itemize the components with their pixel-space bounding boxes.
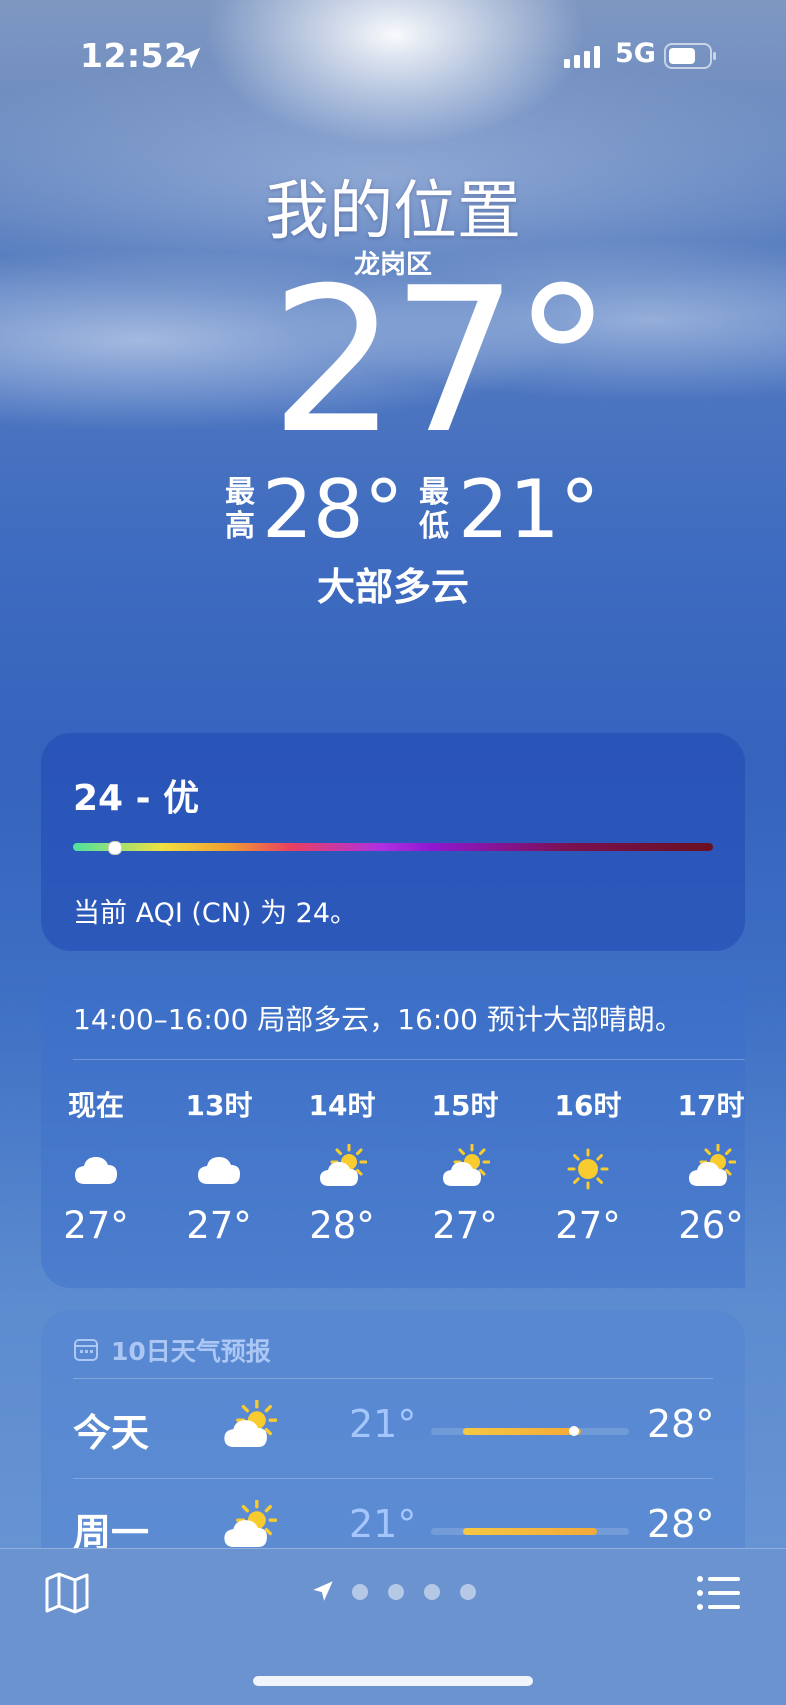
hour-label: 17时 (677, 1089, 745, 1122)
map-icon[interactable] (44, 1572, 90, 1614)
hourly-summary: 14:00–16:00 局部多云，16:00 预计大部晴朗。 (73, 1003, 683, 1036)
location-arrow-icon (179, 47, 201, 69)
battery-icon (664, 43, 716, 69)
day-high: 28° (647, 1402, 715, 1446)
hour-label: 14时 (308, 1089, 376, 1122)
aqi-value: 24 - 优 (73, 778, 200, 819)
list-icon[interactable] (696, 1574, 742, 1612)
page-dot[interactable] (424, 1584, 440, 1600)
temp-range-track (431, 1528, 629, 1535)
day-name: 今天 (73, 1411, 150, 1455)
aqi-scale-bar (73, 843, 713, 851)
hour-label: 15时 (431, 1089, 499, 1122)
day-low: 21° (349, 1502, 417, 1546)
aqi-card[interactable]: 24 - 优 当前 AQI (CN) 为 24。 (41, 733, 745, 951)
hour-temperature: 27° (63, 1204, 129, 1247)
cloud-icon (198, 1157, 240, 1184)
hour-icon-wrap (656, 1143, 745, 1194)
location-arrow-icon[interactable] (310, 1578, 336, 1604)
home-indicator[interactable] (253, 1676, 533, 1686)
aqi-description: 当前 AQI (CN) 为 24。 (73, 898, 358, 929)
day-low: 21° (349, 1402, 417, 1446)
signal-icon (564, 46, 600, 68)
page-dot[interactable] (460, 1584, 476, 1600)
low-temperature: 21° (458, 463, 600, 556)
hour-temperature: 27° (186, 1204, 252, 1247)
hour-icon-wrap (533, 1144, 643, 1194)
day-icon-wrap (221, 1399, 278, 1460)
calendar-icon (74, 1339, 98, 1361)
divider (73, 1378, 713, 1379)
hour-temperature: 28° (309, 1204, 375, 1247)
hour-icon-wrap (164, 1144, 274, 1194)
hour-temperature: 26° (678, 1204, 744, 1247)
hourly-forecast-card[interactable]: 14:00–16:00 局部多云，16:00 预计大部晴朗。 现在 27° 13时… (41, 976, 745, 1288)
current-temp-marker (568, 1426, 579, 1436)
temp-range-fill (462, 1528, 598, 1535)
hour-label: 13时 (185, 1089, 253, 1122)
divider (73, 1059, 745, 1060)
day-high: 28° (647, 1502, 715, 1546)
sun-icon (567, 1148, 609, 1190)
hour-icon-wrap (287, 1143, 397, 1194)
temp-range-fill (462, 1428, 582, 1435)
current-temperature: 27° (270, 245, 613, 478)
aqi-marker (108, 841, 122, 855)
network-type: 5G (615, 38, 656, 69)
hour-label: 现在 (67, 1089, 124, 1122)
condition-text: 大部多云 (316, 565, 469, 609)
high-temperature: 28° (262, 463, 404, 556)
page-dot[interactable] (352, 1584, 368, 1600)
hour-label: 16时 (554, 1089, 622, 1122)
hour-temperature: 27° (555, 1204, 621, 1247)
low-label: 最低 (419, 475, 449, 544)
hour-temperature: 27° (432, 1204, 498, 1247)
partly-sunny-icon (689, 1143, 737, 1186)
hour-icon-wrap (410, 1143, 520, 1194)
hour-icon-wrap (41, 1144, 151, 1194)
cloud-icon (75, 1157, 117, 1184)
partly-sunny-icon (224, 1399, 278, 1448)
daily-header: 10日天气预报 (111, 1337, 271, 1366)
high-label: 最高 (225, 475, 255, 544)
divider (73, 1478, 713, 1479)
status-time: 12:52 (80, 36, 188, 75)
page-dot[interactable] (388, 1584, 404, 1600)
location-title: 我的位置 (265, 175, 521, 249)
partly-sunny-icon (443, 1143, 491, 1186)
temp-range-track (431, 1426, 629, 1436)
partly-sunny-icon (320, 1143, 368, 1186)
